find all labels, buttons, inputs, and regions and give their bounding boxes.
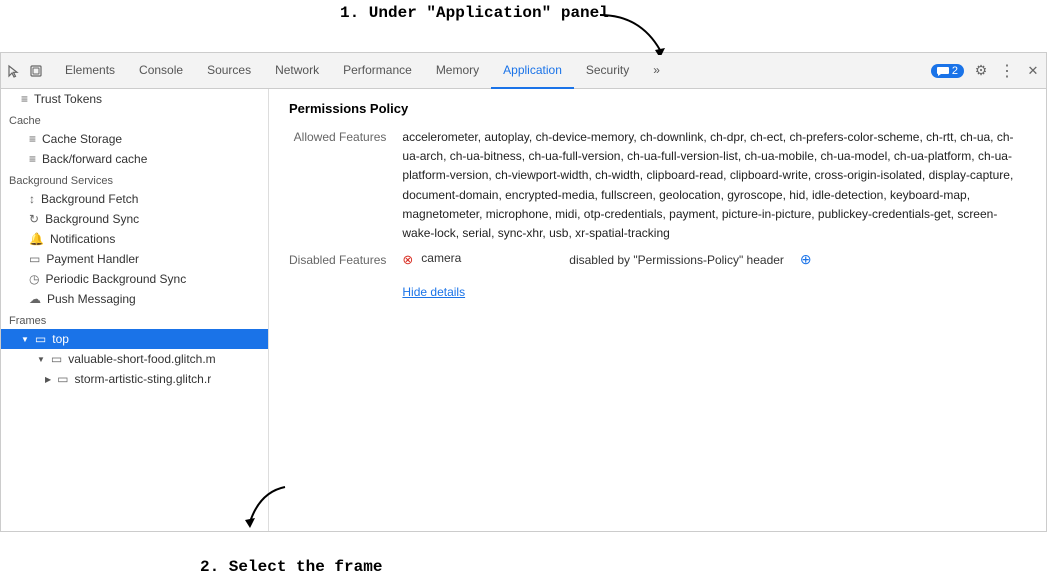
sidebar-section-frames: Frames (1, 309, 268, 329)
cursor-icon[interactable] (5, 62, 23, 80)
sidebar-item-cache-storage[interactable]: ≡ Cache Storage (1, 129, 268, 149)
sidebar-section-background-services: Background Services (1, 169, 268, 189)
sidebar: ≡ Trust Tokens Cache ≡ Cache Storage ≡ B… (1, 89, 269, 531)
annotation-2-text: 2. Select the frame (200, 558, 382, 576)
database-icon: ≡ (21, 92, 28, 106)
clock-icon: ◷ (29, 272, 39, 286)
disabled-feature-camera: camera (421, 251, 501, 265)
tab-more[interactable]: » (641, 53, 672, 89)
sidebar-item-back-forward-cache[interactable]: ≡ Back/forward cache (1, 149, 268, 169)
expand-triangle-icon-2: ▼ (37, 355, 45, 364)
sidebar-item-periodic-background-sync[interactable]: ◷ Periodic Background Sync (1, 269, 268, 289)
tab-application[interactable]: Application (491, 53, 574, 89)
external-link-icon[interactable]: ⊕ (800, 251, 812, 268)
settings-icon[interactable]: ⚙ (972, 62, 990, 80)
close-icon[interactable]: ✕ (1024, 62, 1042, 80)
content-panel: Permissions Policy Allowed Features acce… (269, 89, 1046, 531)
sidebar-item-push-messaging[interactable]: ☁ Push Messaging (1, 289, 268, 309)
expand-triangle-icon: ▼ (21, 335, 29, 344)
hide-details-link[interactable]: Hide details (402, 285, 465, 299)
sidebar-item-payment-handler[interactable]: ▭ Payment Handler (1, 249, 268, 269)
database-icon-2: ≡ (29, 132, 36, 146)
chat-badge[interactable]: 2 (931, 64, 964, 78)
sidebar-item-notifications[interactable]: 🔔 Notifications (1, 229, 268, 249)
frame-grandchild-icon: ▭ (57, 372, 68, 386)
tab-memory[interactable]: Memory (424, 53, 491, 89)
tab-elements[interactable]: Elements (53, 53, 127, 89)
allowed-features-value: accelerometer, autoplay, ch-device-memor… (402, 128, 1026, 243)
tab-network[interactable]: Network (263, 53, 331, 89)
expand-triangle-icon-3: ▶ (45, 375, 51, 384)
sidebar-item-frame-top[interactable]: ▼ ▭ top (1, 329, 268, 349)
more-options-icon[interactable]: ⋮ (998, 62, 1016, 80)
disabled-features-section: ⊗ camera disabled by "Permissions-Policy… (402, 251, 1026, 299)
annotation-1-text: 1. Under "Application" panel (340, 4, 609, 22)
panel-title: Permissions Policy (289, 101, 1026, 116)
sidebar-item-background-sync[interactable]: ↻ Background Sync (1, 209, 268, 229)
sidebar-item-background-fetch[interactable]: ↕ Background Fetch (1, 189, 268, 209)
allowed-features-label: Allowed Features (289, 128, 386, 243)
disabled-reason: disabled by "Permissions-Policy" header (569, 251, 784, 269)
database-icon-3: ≡ (29, 152, 36, 166)
bell-icon: 🔔 (29, 232, 44, 246)
sidebar-item-frame-child1[interactable]: ▼ ▭ valuable-short-food.glitch.m (1, 349, 268, 369)
cloud-icon: ☁ (29, 292, 41, 306)
arrows-icon: ↕ (29, 192, 35, 206)
tab-console[interactable]: Console (127, 53, 195, 89)
tab-performance[interactable]: Performance (331, 53, 424, 89)
permissions-table: Allowed Features accelerometer, autoplay… (289, 128, 1026, 299)
tab-sources[interactable]: Sources (195, 53, 263, 89)
error-icon: ⊗ (402, 252, 413, 268)
card-icon: ▭ (29, 252, 40, 266)
sync-icon: ↻ (29, 212, 39, 226)
tab-bar: Elements Console Sources Network Perform… (1, 53, 1046, 89)
sidebar-section-cache: Cache (1, 109, 268, 129)
arrow-1-icon (580, 10, 680, 55)
frame-icon: ▭ (35, 332, 46, 346)
sidebar-item-trust-tokens[interactable]: ≡ Trust Tokens (1, 89, 268, 109)
tab-security[interactable]: Security (574, 53, 641, 89)
layers-icon[interactable] (27, 62, 45, 80)
main-content: ≡ Trust Tokens Cache ≡ Cache Storage ≡ B… (1, 89, 1046, 531)
sidebar-item-frame-child2[interactable]: ▶ ▭ storm-artistic-sting.glitch.r (1, 369, 268, 389)
disabled-features-label: Disabled Features (289, 251, 386, 299)
devtools-window: Elements Console Sources Network Perform… (0, 52, 1047, 532)
frame-child-icon: ▭ (51, 352, 62, 366)
